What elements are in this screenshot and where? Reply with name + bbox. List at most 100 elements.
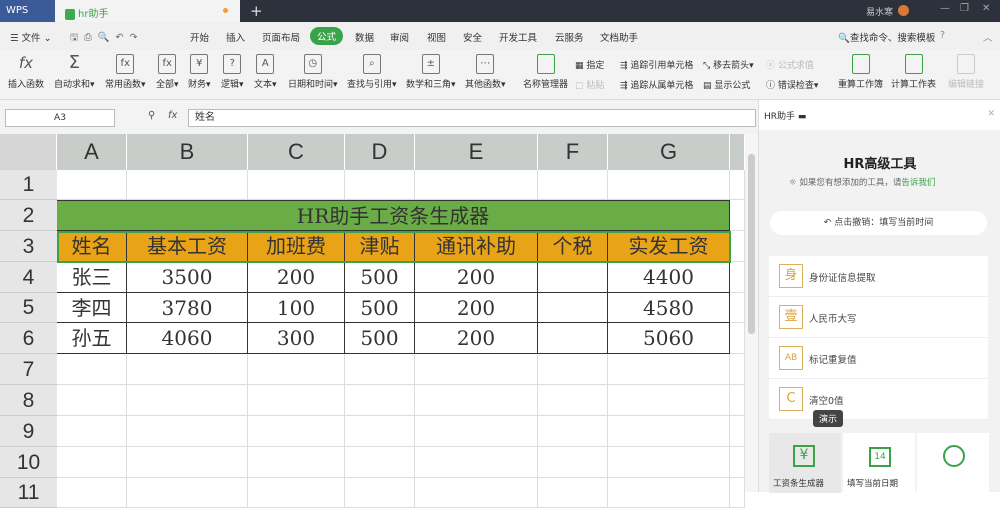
show-formulas-button[interactable]: ▤ 显示公式 bbox=[703, 78, 750, 91]
cell[interactable] bbox=[345, 416, 415, 447]
cell[interactable] bbox=[248, 416, 345, 447]
tool-rmb-uppercase[interactable]: 壹人民币大写 bbox=[769, 297, 988, 338]
trace-precedents-button[interactable]: ⇶ 追踪引用单元格 bbox=[620, 58, 693, 71]
cell[interactable] bbox=[415, 354, 538, 385]
cell[interactable] bbox=[248, 170, 345, 200]
wps-home-tab[interactable]: WPS bbox=[0, 0, 55, 22]
menu-doc-helper[interactable]: 文档助手 bbox=[600, 30, 638, 44]
cell[interactable] bbox=[415, 447, 538, 478]
other-functions-button[interactable]: ⋯ 其他函数▾ bbox=[465, 54, 506, 90]
vertical-scrollbar[interactable] bbox=[745, 134, 758, 492]
column-header-F[interactable]: F bbox=[538, 134, 608, 170]
cell[interactable] bbox=[608, 447, 730, 478]
autosum-button[interactable]: Σ 自动求和▾ bbox=[54, 54, 95, 91]
menu-cloud[interactable]: 云服务 bbox=[555, 30, 584, 44]
cell[interactable] bbox=[57, 478, 127, 508]
data-cell[interactable]: 200 bbox=[248, 262, 345, 293]
cell[interactable] bbox=[730, 447, 745, 478]
cell[interactable] bbox=[730, 170, 745, 200]
cell[interactable] bbox=[730, 416, 745, 447]
cell[interactable] bbox=[415, 385, 538, 416]
menu-formulas[interactable]: 公式 bbox=[310, 27, 344, 45]
cell[interactable] bbox=[730, 262, 745, 293]
data-cell[interactable]: 500 bbox=[345, 293, 415, 323]
menu-view[interactable]: 视图 bbox=[427, 30, 446, 44]
restore-button[interactable]: ❐ bbox=[960, 3, 969, 14]
remove-arrows-button[interactable]: ⤡ 移去箭头▾ bbox=[703, 58, 754, 71]
cell[interactable] bbox=[608, 416, 730, 447]
data-cell[interactable]: 200 bbox=[415, 323, 538, 354]
tell-us-link[interactable]: 告诉我们 bbox=[901, 178, 935, 188]
name-manager-button[interactable]: 名称管理器 bbox=[523, 54, 568, 90]
tool-mark-duplicates[interactable]: AB 标记重复值 bbox=[769, 338, 988, 379]
cell[interactable] bbox=[608, 170, 730, 200]
new-tab-button[interactable]: + bbox=[250, 2, 263, 20]
menu-file[interactable]: ☰ 文件 ⌄ bbox=[10, 30, 52, 44]
cell[interactable] bbox=[57, 385, 127, 416]
cell[interactable] bbox=[538, 354, 608, 385]
cell[interactable] bbox=[345, 354, 415, 385]
column-header-G[interactable]: G bbox=[608, 134, 730, 170]
data-cell[interactable]: 4400 bbox=[608, 262, 730, 293]
row-header-6[interactable]: 6 bbox=[0, 323, 57, 354]
tile-payslip-generator[interactable]: ¥ 工资条生成器 bbox=[769, 433, 841, 493]
cell[interactable] bbox=[248, 354, 345, 385]
help-icon[interactable]: ? bbox=[940, 30, 945, 41]
row-header-1[interactable]: 1 bbox=[0, 170, 57, 200]
cell[interactable] bbox=[127, 478, 248, 508]
scrollbar-thumb[interactable] bbox=[748, 154, 755, 334]
logical-button[interactable]: ? 逻辑▾ bbox=[221, 54, 244, 90]
cell[interactable] bbox=[538, 478, 608, 508]
cell[interactable] bbox=[57, 170, 127, 200]
undo-button[interactable]: ↶ 点击撤销：填写当前时间 bbox=[770, 211, 987, 235]
row-header-11[interactable]: 11 bbox=[0, 478, 57, 508]
data-cell[interactable]: 孙五 bbox=[57, 323, 127, 354]
date-time-button[interactable]: ◷ 日期和时间▾ bbox=[288, 54, 338, 90]
menu-insert[interactable]: 插入 bbox=[226, 30, 245, 44]
data-cell[interactable]: 500 bbox=[345, 323, 415, 354]
tool-clear-zeros[interactable]: C 清空0值 bbox=[769, 379, 988, 420]
cell[interactable] bbox=[127, 170, 248, 200]
cell[interactable] bbox=[730, 323, 745, 354]
cell[interactable] bbox=[730, 231, 745, 262]
cell[interactable] bbox=[415, 478, 538, 508]
menu-security[interactable]: 安全 bbox=[463, 30, 482, 44]
menu-home[interactable]: 开始 bbox=[190, 30, 209, 44]
text-button[interactable]: A 文本▾ bbox=[254, 54, 277, 90]
lookup-button[interactable]: ⌕ 查找与引用▾ bbox=[347, 54, 397, 90]
data-cell[interactable]: 3500 bbox=[127, 262, 248, 293]
cell[interactable] bbox=[345, 447, 415, 478]
cell[interactable] bbox=[248, 447, 345, 478]
select-all-corner[interactable] bbox=[0, 134, 57, 170]
data-cell[interactable]: 3780 bbox=[127, 293, 248, 323]
tile-current-date[interactable]: 14 填写当前日期 bbox=[843, 433, 915, 493]
menu-review[interactable]: 审阅 bbox=[390, 30, 409, 44]
math-button[interactable]: ± 数学和三角▾ bbox=[406, 54, 456, 90]
minimize-button[interactable]: — bbox=[940, 3, 950, 14]
cell[interactable] bbox=[608, 478, 730, 508]
cell[interactable] bbox=[730, 293, 745, 323]
row-header-8[interactable]: 8 bbox=[0, 385, 57, 416]
cell[interactable] bbox=[127, 385, 248, 416]
cell[interactable] bbox=[538, 385, 608, 416]
insert-function-button[interactable]: fx 插入函数 bbox=[8, 54, 44, 90]
cell[interactable] bbox=[538, 447, 608, 478]
all-functions-button[interactable]: fx 全部▾ bbox=[156, 54, 179, 90]
row-header-4[interactable]: 4 bbox=[0, 262, 57, 293]
recalc-workbook-button[interactable]: 重算工作簿 bbox=[838, 54, 883, 90]
column-header-C[interactable]: C bbox=[248, 134, 345, 170]
document-tab[interactable]: hr助手 bbox=[55, 0, 240, 22]
evaluate-formula-button[interactable]: ⓧ 公式求值 bbox=[766, 58, 814, 71]
data-cell[interactable]: 100 bbox=[248, 293, 345, 323]
panel-close-icon[interactable]: ✕ bbox=[987, 109, 995, 119]
row-header-5[interactable]: 5 bbox=[0, 293, 57, 323]
column-header-B[interactable]: B bbox=[127, 134, 248, 170]
close-button[interactable]: ✕ bbox=[982, 3, 990, 14]
user-name[interactable]: 易水寒 bbox=[866, 5, 893, 18]
row-header-2[interactable]: 2 bbox=[0, 200, 57, 231]
cell[interactable] bbox=[57, 447, 127, 478]
row-header-10[interactable]: 10 bbox=[0, 447, 57, 478]
cell[interactable] bbox=[345, 478, 415, 508]
trace-dependents-button[interactable]: ⇶ 追踪从属单元格 bbox=[620, 78, 693, 91]
column-header-A[interactable]: A bbox=[57, 134, 127, 170]
